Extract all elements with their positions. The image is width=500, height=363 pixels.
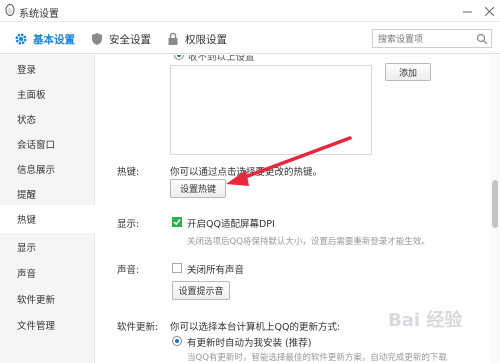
update-description: 你可以选择本台计算机上QQ的更新方式: [170,322,341,333]
mute-all-checkbox[interactable] [172,263,182,273]
search-icon[interactable] [476,33,488,45]
sidebar-item-software-update[interactable]: 软件更新 [0,285,94,313]
add-button[interactable]: 添加 [385,63,431,81]
qq-penguin-icon [5,4,15,16]
title-bar: 系统设置 [0,0,500,22]
display-label: 显示: [117,219,140,230]
update-label: 软件更新: [117,322,159,333]
set-alert-sound-button[interactable]: 设置提示音 [172,281,230,300]
tab-security-settings[interactable]: 安全设置 [90,30,151,48]
dpi-checkbox-label: 开启QQ适配屏幕DPI [187,219,275,230]
checkmark-icon [173,219,181,226]
exception-list-box[interactable] [170,65,372,155]
dpi-checkbox[interactable] [172,217,182,227]
sidebar-item-display[interactable]: 显示 [0,233,94,261]
tab-permission-settings[interactable]: 权限设置 [166,30,227,48]
top-option-radio[interactable] [174,55,184,60]
close-button[interactable] [478,0,500,22]
sidebar-item-main-panel[interactable]: 主面板 [0,80,94,108]
sidebar-item-sound[interactable]: 声音 [0,259,94,287]
minimize-icon [462,11,472,12]
auto-install-label: 有更新时自动为我安装 (推荐) [187,338,312,349]
dpi-hint: 关闭选项后QQ将保持默认大小，设置后需要重新登录才能生效。 [187,237,430,247]
sidebar-item-chat-window[interactable]: 会话窗口 [0,130,94,158]
baidu-watermark: Bai 经验 [388,310,463,331]
sidebar-item-reminders[interactable]: 提醒 [0,180,94,208]
sidebar-item-hotkeys[interactable]: 热键 [0,205,96,233]
close-icon [484,6,494,16]
scrollbar-thumb[interactable] [492,180,498,228]
sidebar-item-file-management[interactable]: 文件管理 [0,311,94,339]
hotkey-label: 热键: [117,167,140,178]
hotkey-description: 你可以通过点击选择要更改的热键。 [170,167,323,178]
sidebar-item-status[interactable]: 状态 [0,105,94,133]
sidebar: 登录 主面板 状态 会话窗口 信息展示 提醒 热键 显示 声音 软件更新 文件管… [0,55,96,363]
top-option-label: 收不到以上设置 [188,55,255,63]
tab-label: 安全设置 [109,33,151,46]
minimize-button[interactable] [456,0,478,22]
tab-label: 基本设置 [33,33,75,46]
lock-icon [166,32,180,46]
search-input[interactable] [372,29,492,48]
sidebar-item-login[interactable]: 登录 [0,55,94,83]
auto-install-hint: 当QQ有更新时，智能选择最佳的软件更新方案，自动完成更新的下载 [187,353,447,363]
set-hotkey-button[interactable]: 设置热键 [170,179,226,198]
tab-basic-settings[interactable]: 基本设置 [14,30,75,48]
shield-icon [90,32,104,46]
window-title: 系统设置 [19,9,59,20]
tab-label: 权限设置 [185,33,227,46]
gear-icon [14,32,28,46]
sound-label: 声音: [117,265,140,276]
mute-all-label: 关闭所有声音 [187,265,245,276]
auto-install-radio[interactable] [172,336,182,346]
tab-bar: 基本设置 安全设置 权限设置 [0,22,500,54]
sidebar-item-info-display[interactable]: 信息展示 [0,155,94,183]
